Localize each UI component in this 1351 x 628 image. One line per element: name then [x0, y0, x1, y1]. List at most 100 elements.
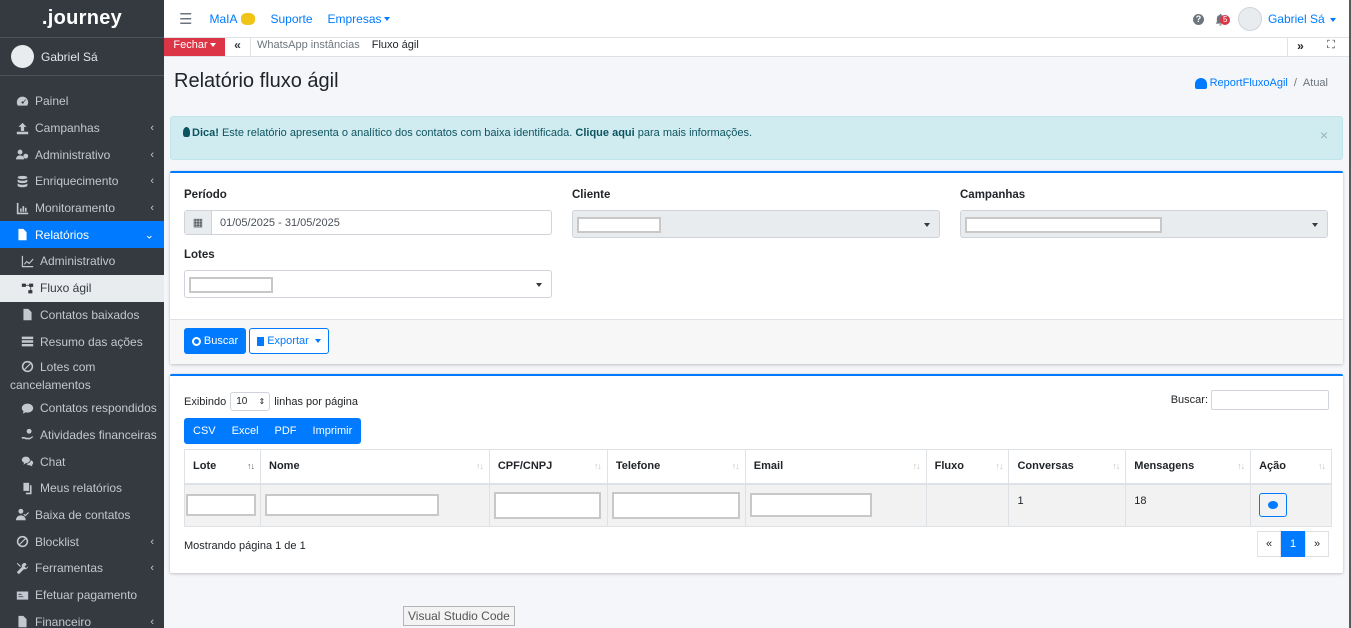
cliente-label: Cliente [572, 189, 611, 201]
column-label: Ação [1259, 460, 1286, 473]
caret-down-icon [1312, 223, 1318, 227]
alert-link[interactable]: Clique aqui [575, 127, 634, 139]
tabs-scroll-left-icon[interactable]: « [225, 38, 251, 56]
breadcrumb: ReportFluxoAgil / Atual [1194, 77, 1328, 89]
sidebar-item-relatorios[interactable]: Relatórios ⌄ [0, 221, 164, 249]
buscar-button[interactable]: Buscar [184, 328, 246, 354]
caret-down-icon [536, 283, 542, 287]
pagination-next[interactable]: » [1305, 531, 1329, 557]
users-cog-icon [15, 148, 29, 162]
exportar-button[interactable]: Exportar [249, 328, 329, 354]
tabs-scroll-right-icon[interactable]: » [1287, 38, 1313, 57]
column-label: Fluxo [934, 460, 964, 473]
redacted-value [493, 491, 601, 519]
chevron-left-icon: ‹ [150, 562, 154, 575]
sidebar-item-contatos-baixados[interactable]: Contatos baixados [0, 302, 164, 329]
chevron-left-icon: ‹ [150, 175, 154, 188]
lotes-label: Lotes [184, 249, 215, 261]
redacted-value [749, 493, 872, 518]
table-info: Mostrando página 1 de 1 [184, 540, 306, 552]
sidebar-item-lotes-cancelamentos[interactable]: Lotes com cancelamentos [0, 355, 164, 395]
user-menu[interactable]: Gabriel Sá [1268, 12, 1336, 26]
page-length-select[interactable]: 10 ⇕ [230, 392, 271, 411]
redacted-value [611, 491, 740, 519]
copy-icon [20, 481, 34, 495]
content-header: Relatório fluxo ágil ReportFluxoAgil / A… [174, 70, 1334, 93]
brand-logo[interactable]: .journey [0, 0, 164, 38]
sidebar-item-monitoramento[interactable]: Monitoramento ‹ [0, 195, 164, 222]
database-icon [15, 174, 29, 188]
pagination-previous[interactable]: « [1257, 531, 1281, 557]
filter-card-footer: Buscar Exportar [170, 319, 1343, 364]
sidebar-item-atividades-financeiras[interactable]: Atividades financeiras [0, 422, 164, 449]
sort-icon: ↑↓ [247, 461, 255, 471]
avatar[interactable] [1237, 7, 1262, 31]
comment-icon [20, 401, 34, 415]
column-header-fluxo[interactable]: Fluxo ↑↓ [925, 449, 1010, 485]
sidebar-item-administrativo[interactable]: Administrativo ‹ [0, 141, 164, 168]
ban-icon [20, 360, 34, 374]
pdf-button[interactable]: PDF [267, 425, 305, 437]
help-icon[interactable]: ? [1192, 13, 1204, 25]
sidebar-item-meus-relatorios[interactable]: Meus relatórios [0, 475, 164, 502]
nav-link-suporte[interactable]: Suporte [270, 12, 312, 26]
excel-button[interactable]: Excel [224, 425, 267, 437]
menu-toggle-icon[interactable]: ☰ [179, 10, 192, 28]
search-input[interactable] [1211, 390, 1329, 410]
sidebar-item-enriquecimento[interactable]: Enriquecimento ‹ [0, 168, 164, 195]
campanhas-select[interactable] [960, 210, 1328, 238]
pagination: « 1 » [1257, 531, 1329, 557]
column-header-mensagens[interactable]: Mensagens ↑↓ [1125, 449, 1252, 485]
print-button[interactable]: Imprimir [305, 425, 362, 437]
sort-icon: ↑↓ [1318, 461, 1326, 471]
sidebar-item-fluxo-agil[interactable]: Fluxo ágil [0, 274, 164, 302]
lotes-select[interactable] [184, 270, 552, 298]
column-header-lote[interactable]: Lote ↑↓ [184, 449, 261, 485]
notifications-button[interactable]: 5 [1214, 13, 1231, 26]
hand-coin-icon [20, 428, 34, 442]
sort-icon: ↑↓ [912, 461, 921, 471]
csv-button[interactable]: CSV [184, 425, 224, 437]
page-length-value: 10 [236, 396, 248, 407]
cliente-select[interactable] [572, 210, 940, 238]
cell-conversas: 1 [1008, 483, 1127, 527]
caret-down-icon [209, 43, 216, 47]
page-title: Relatório fluxo ágil [174, 70, 339, 92]
sidebar-item-label: Administrativo [35, 147, 111, 162]
sidebar-item-baixa-contatos[interactable]: Baixa de contatos [0, 502, 164, 529]
column-header-conversas[interactable]: Conversas ↑↓ [1008, 449, 1127, 485]
column-header-cpf-cnpj[interactable]: CPF/CNPJ ↑↓ [488, 449, 608, 485]
periodo-date-range-input[interactable]: ▦ 01/05/2025 - 31/05/2025 [184, 210, 552, 235]
tab-whatsapp-instancias[interactable]: WhatsApp instâncias [251, 38, 366, 56]
close-icon[interactable]: × [1320, 127, 1328, 143]
nav-link-empresas[interactable]: Empresas [328, 12, 390, 26]
column-header-telefone[interactable]: Telefone ↑↓ [606, 449, 746, 485]
fullscreen-icon[interactable]: ⛶ [1321, 38, 1341, 57]
close-tabs-button[interactable]: Fechar [164, 38, 225, 56]
sidebar-item-label: Meus relatórios [40, 481, 123, 496]
sidebar-item-chat[interactable]: Chat [0, 448, 164, 475]
sidebar-item-efetuar-pagamento[interactable]: Efetuar pagamento [0, 582, 164, 609]
tab-fluxo-agil[interactable]: Fluxo ágil [366, 38, 425, 56]
sort-icon: ↑↓ [1237, 461, 1245, 471]
sidebar-item-campanhas[interactable]: Campanhas ‹ [0, 115, 164, 142]
card-icon [15, 588, 29, 602]
sidebar-item-ferramentas[interactable]: Ferramentas ‹ [0, 555, 164, 582]
export-buttons: CSV Excel PDF Imprimir [184, 418, 362, 444]
sidebar-item-contatos-respondidos[interactable]: Contatos respondidos [0, 395, 164, 422]
user-panel[interactable]: Gabriel Sá [0, 38, 164, 76]
redacted-value [189, 277, 273, 293]
nav-link-maia[interactable]: MaIA [209, 12, 256, 26]
sidebar-item-painel[interactable]: Painel [0, 88, 164, 115]
sidebar-item-label: Monitoramento [35, 201, 116, 216]
sidebar-item-resumo-acoes[interactable]: Resumo das ações [0, 328, 164, 355]
sidebar-item-administrativo-report[interactable]: Administrativo [0, 248, 164, 275]
open-chat-button[interactable] [1259, 493, 1288, 518]
breadcrumb-link[interactable]: ReportFluxoAgil [1194, 77, 1288, 89]
column-header-email[interactable]: Email ↑↓ [744, 449, 927, 485]
sidebar-item-financeiro[interactable]: Financeiro ‹ [0, 608, 164, 628]
pagination-page-1[interactable]: 1 [1281, 531, 1305, 557]
chevron-down-icon: ⌄ [144, 229, 154, 242]
sidebar-item-blocklist[interactable]: Blocklist ‹ [0, 528, 164, 555]
column-header-nome[interactable]: Nome ↑↓ [260, 449, 490, 485]
